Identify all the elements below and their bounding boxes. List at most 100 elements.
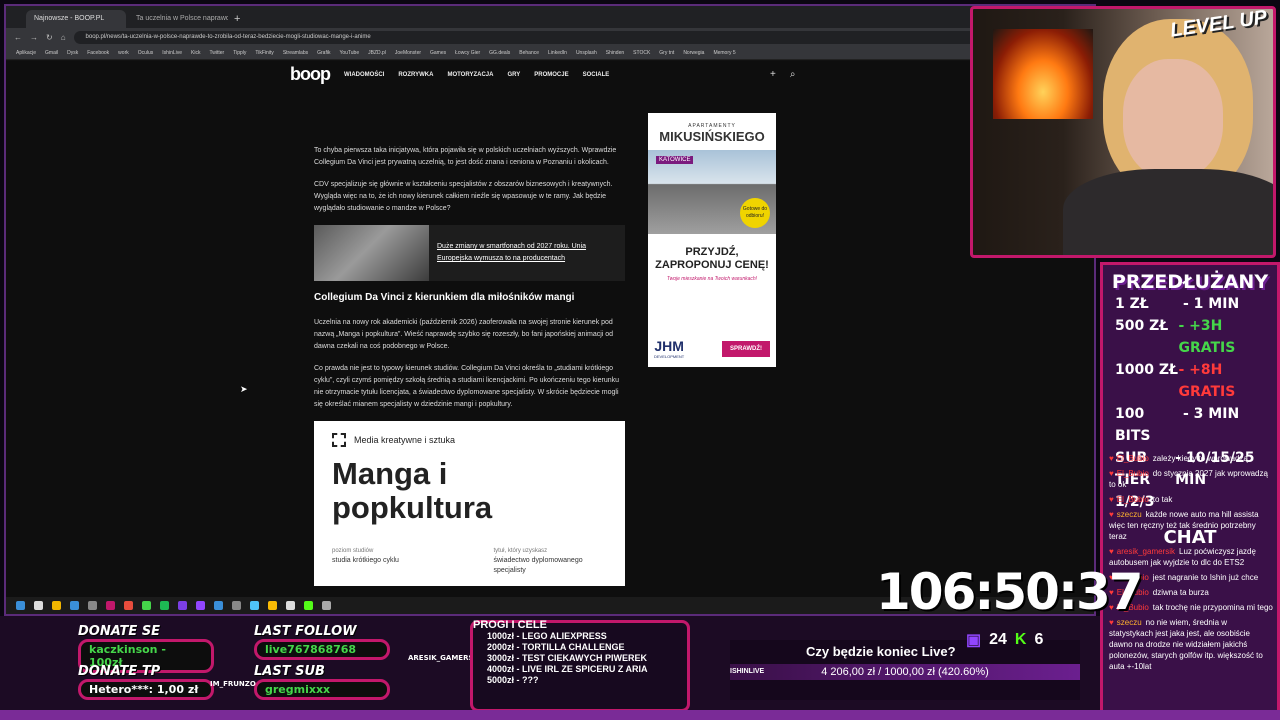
bookmark-item[interactable]: LinkedIn [548, 46, 567, 59]
bookmark-item[interactable]: Oculus [138, 46, 154, 59]
bookmark-item[interactable]: Unsplash [576, 46, 597, 59]
donation-progress: 4 206,00 zł / 1000,00 zł (420.60%) [730, 664, 1080, 680]
bookmark-item[interactable]: Streamlabs [283, 46, 308, 59]
bookmark-item[interactable]: Games [430, 46, 446, 59]
degree-value: świadectwo dyplomowanego specjalisty [493, 557, 583, 574]
menu-item[interactable]: WIADOMOŚCI [344, 72, 384, 78]
menu-item[interactable]: SOCIALE [583, 72, 610, 78]
tab-article[interactable]: Ta uczelnia w Polsce naprawdę [128, 10, 228, 28]
bookmark-item[interactable]: Norwegia [683, 46, 704, 59]
smartphone-image [314, 225, 429, 281]
bookmark-item[interactable]: JBZD.pl [368, 46, 386, 59]
goal-item: 1000zł - LEGO ALIEXPRESS [487, 631, 607, 641]
new-tab-button[interactable]: + [230, 10, 240, 28]
bookmark-item[interactable]: Memory 5 [713, 46, 735, 59]
home-icon[interactable]: ⌂ [61, 33, 66, 42]
bookmark-item[interactable]: Gmail [45, 46, 58, 59]
bookmark-item[interactable]: Łowcy Gier [455, 46, 480, 59]
menu-item[interactable]: MOTORYZACJA [447, 72, 493, 78]
bookmark-item[interactable]: GG.deals [489, 46, 510, 59]
chat-username[interactable]: El_Bubio [1117, 495, 1149, 504]
taskbar-app-icon[interactable] [322, 601, 331, 610]
apartment-ad[interactable]: APARTAMENTY MIKUSIŃSKIEGO KATOWICE Gotow… [648, 113, 776, 367]
streamer-body [1063, 169, 1273, 255]
price-value: - +8H GRATIS [1178, 362, 1236, 400]
last-sub-label: LAST SUB [254, 664, 325, 679]
bookmark-item[interactable]: work [118, 46, 129, 59]
bookmark-item[interactable]: Tipply [233, 46, 246, 59]
last-follow-value: live767868768 [254, 639, 390, 660]
site-logo[interactable]: boop [290, 64, 331, 85]
bookmark-item[interactable]: IshinLive [162, 46, 182, 59]
taskbar-app-icon[interactable] [34, 601, 43, 610]
bookmark-item[interactable]: Twitter [209, 46, 224, 59]
taskbar-app-icon[interactable] [52, 601, 61, 610]
taskbar-app-icon[interactable] [106, 601, 115, 610]
related-article-link[interactable]: Duże zmiany w smartfonach od 2027 roku. … [314, 225, 625, 281]
bookmark-item[interactable]: Dysk [67, 46, 78, 59]
menu-item[interactable]: GRY [507, 72, 520, 78]
bookmark-item[interactable]: YouTube [339, 46, 359, 59]
subathon-panel: PRZEDŁUŻANY 1 ZŁ - 1 MIN 500 ZŁ - +3H GRATI… [1100, 262, 1280, 720]
taskbar-app-icon[interactable] [178, 601, 187, 610]
taskbar-app-icon[interactable] [304, 601, 313, 610]
taskbar-app-icon[interactable] [196, 601, 205, 610]
article-paragraph: Co prawda nie jest to typowy kierunek st… [314, 365, 620, 408]
goal-item: 4000zł - LIVE IRL ZE SPICERU Z ARIA [487, 664, 648, 674]
taskbar-app-icon[interactable] [16, 601, 25, 610]
back-icon[interactable]: ← [14, 33, 22, 42]
goal-item: 3000zł - TEST CIEKAWYCH PIWEREK [487, 653, 648, 663]
bookmark-item[interactable]: Shinden [606, 46, 624, 59]
mouse-cursor-icon: ➤ [240, 384, 248, 394]
taskbar-app-icon[interactable] [286, 601, 295, 610]
reload-icon[interactable]: ↻ [46, 33, 53, 42]
bookmark-item[interactable]: Aplikacje [16, 46, 36, 59]
taskbar-app-icon[interactable] [88, 601, 97, 610]
taskbar-app-icon[interactable] [250, 601, 259, 610]
taskbar-app-icon[interactable] [124, 601, 133, 610]
price-amount: 1000 ZŁ [1115, 362, 1178, 378]
chat-username[interactable]: El_Bubio [1117, 454, 1149, 463]
menu-item[interactable]: PROMOCJE [534, 72, 568, 78]
chat-message: ♥ El_Bubio zależy kiedy to wprowadzą [1109, 453, 1273, 464]
menu-item[interactable]: ROZRYWKA [398, 72, 433, 78]
streamer-face [1123, 59, 1223, 179]
article-paragraph: CDV specjalizuje się głównie w kształcen… [314, 181, 613, 212]
viewer-counts: ▣ 24 K 6 [966, 630, 1043, 650]
bookmark-item[interactable]: JoeMonster [395, 46, 421, 59]
bookmark-item[interactable]: Behance [519, 46, 539, 59]
donation-tag: ISHINLIVE [730, 668, 765, 675]
taskbar-app-icon[interactable] [70, 601, 79, 610]
related-article-title[interactable]: Duże zmiany w smartfonach od 2027 roku. … [437, 241, 612, 265]
taskbar-app-icon[interactable] [232, 601, 241, 610]
tab-najnowsze[interactable]: Najnowsze - BOOP.PL [26, 10, 126, 28]
chat-message: ♥ El_Bubio do stycznia 2027 jak wprowadzą … [1109, 468, 1273, 490]
chat-text: zależy kiedy to wprowadzą [1152, 454, 1248, 463]
price-row: 500 ZŁ - +3H GRATIS [1115, 315, 1277, 359]
chat-text: to tak [1152, 495, 1173, 504]
fireplace-image [993, 29, 1093, 119]
bookmark-item[interactable]: STOCK [633, 46, 650, 59]
forward-icon[interactable]: → [30, 33, 38, 42]
chat-username[interactable]: aresik_gamersik [1117, 547, 1175, 556]
chat-username[interactable]: El_Bubio [1117, 469, 1149, 478]
chat-username[interactable]: szeczu [1117, 510, 1142, 519]
price-row: 1000 ZŁ - +8H GRATIS [1115, 359, 1277, 403]
bookmark-item[interactable]: Grafik [317, 46, 330, 59]
ad-subtext: Twoje mieszkanie na Twoich warunkach! [666, 276, 758, 282]
url-input[interactable]: boop.pl/news/ta-uczelnia-w-polsce-napraw… [73, 30, 1084, 44]
ad-check-button[interactable]: SPRAWDŹ! [722, 340, 770, 357]
bookmark-item[interactable]: Kick [191, 46, 200, 59]
taskbar-app-icon[interactable] [214, 601, 223, 610]
site-menu: WIADOMOŚCI ROZRYWKA MOTORYZACJA GRY PROMOCJE… [344, 72, 609, 78]
search-icon[interactable]: ⌕ [790, 69, 796, 80]
taskbar-app-icon[interactable] [268, 601, 277, 610]
taskbar-app-icon[interactable] [142, 601, 151, 610]
ad-badge: Gotowe do odbioru! [740, 198, 770, 228]
bookmark-item[interactable]: Facebook [87, 46, 109, 59]
bookmark-item[interactable]: Gry tnt [659, 46, 674, 59]
plus-icon[interactable]: + [770, 69, 776, 80]
bookmark-item[interactable]: TikFinity [255, 46, 273, 59]
taskbar-app-icon[interactable] [160, 601, 169, 610]
chat-text: jest nagranie to Ishin już chce [1152, 573, 1259, 582]
